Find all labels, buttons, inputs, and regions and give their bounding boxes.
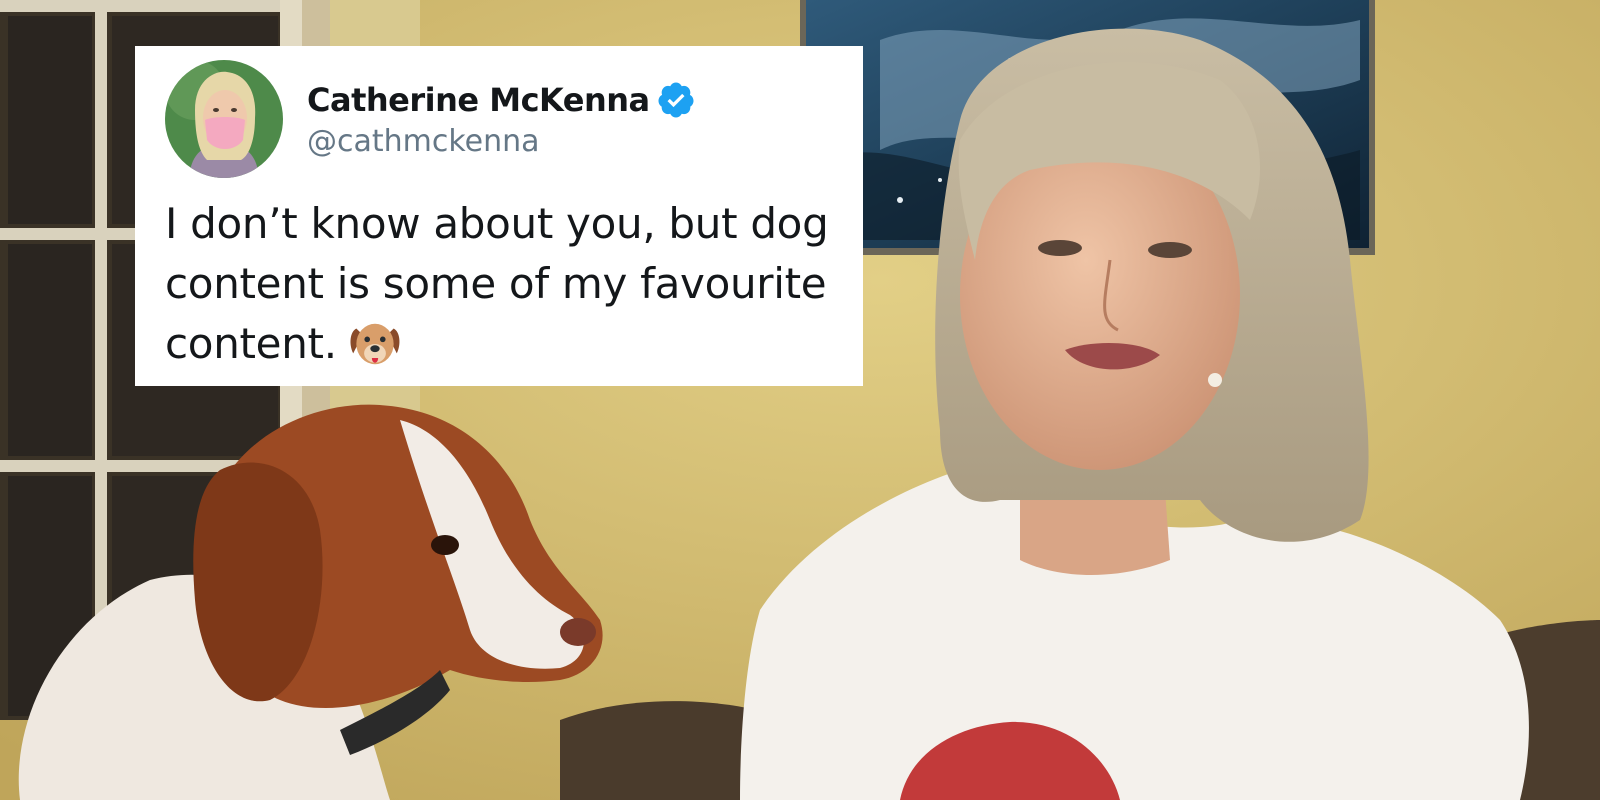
avatar[interactable] xyxy=(165,60,283,178)
display-name-row: Catherine McKenna xyxy=(307,80,696,120)
tweet-text: I don’t know about you, but dog content … xyxy=(165,199,829,368)
tweet-body: I don’t know about you, but dog content … xyxy=(165,194,833,374)
tweet-header: Catherine McKenna @cathmckenna xyxy=(165,60,833,178)
photo-scene: Catherine McKenna @cathmckenna I don’t k… xyxy=(0,0,1600,800)
display-name[interactable]: Catherine McKenna xyxy=(307,81,650,119)
author-names: Catherine McKenna @cathmckenna xyxy=(307,80,696,159)
tweet-card[interactable]: Catherine McKenna @cathmckenna I don’t k… xyxy=(135,46,863,386)
handle[interactable]: @cathmckenna xyxy=(307,124,696,159)
avatar-image xyxy=(165,60,283,178)
dog-face-emoji-icon xyxy=(350,323,400,365)
verified-badge-icon xyxy=(658,82,694,117)
